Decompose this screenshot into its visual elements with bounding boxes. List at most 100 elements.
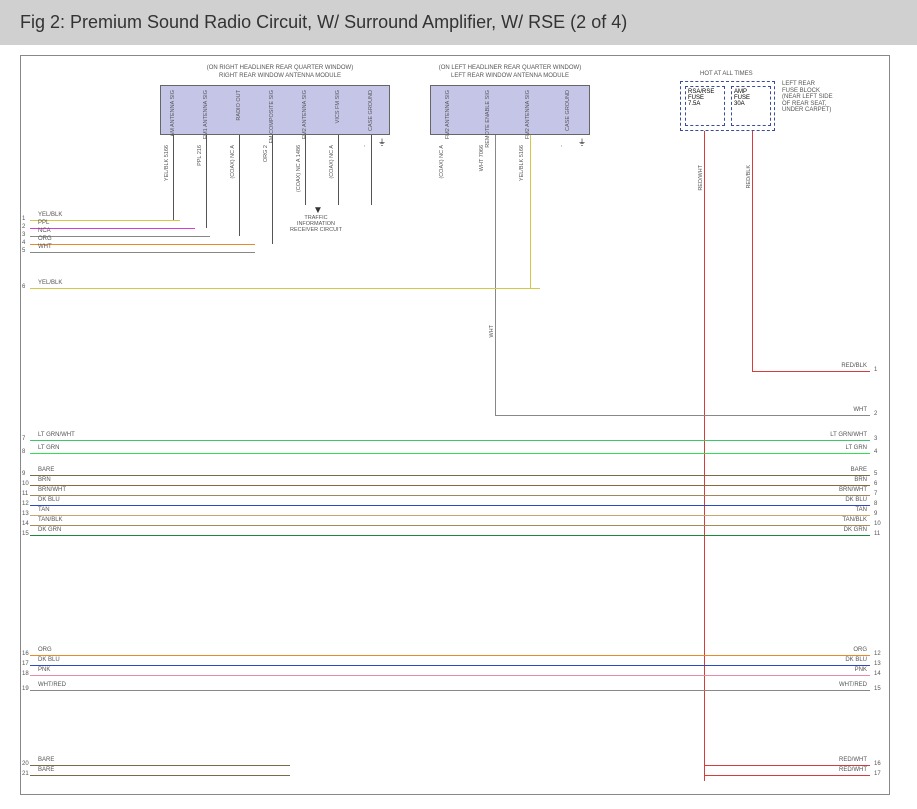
fd1: LEFT REAR bbox=[782, 81, 862, 88]
left-pin-num-14: 14 bbox=[22, 521, 29, 527]
left-pin-num-1: 1 bbox=[22, 216, 25, 222]
left-pin-num-9: 9 bbox=[22, 471, 25, 477]
right-module-loc: (ON RIGHT HEADLINER REAR QUARTER WINDOW) bbox=[180, 65, 380, 71]
wiring-diagram: (ON RIGHT HEADLINER REAR QUARTER WINDOW)… bbox=[0, 45, 917, 805]
left-wire-18 bbox=[30, 675, 870, 676]
fd2: FUSE BLOCK bbox=[782, 88, 862, 95]
right-pin-color-6: - bbox=[362, 145, 368, 147]
left-wire-label-12: DK BLU bbox=[38, 497, 60, 503]
right-pin-num-1: 1 bbox=[874, 367, 877, 373]
left-wire-label-21: BARE bbox=[38, 767, 54, 773]
right-pin-4: FM2 ANTENNA SIG bbox=[302, 90, 308, 139]
ground-icon-right: ⏚ bbox=[378, 137, 386, 148]
right-wire-label-16: RED/WHT bbox=[820, 757, 867, 763]
left-wire-8 bbox=[30, 453, 870, 454]
right-pin-num-11: 11 bbox=[874, 531, 880, 537]
left-pin-1: REMOTE ENABLE SIG bbox=[485, 90, 491, 148]
right-pin-2: RADIO OUT bbox=[236, 90, 242, 121]
left-pin-num-18: 18 bbox=[22, 671, 29, 677]
left-wire-14 bbox=[30, 525, 870, 526]
fuse-amp: AMP FUSE 30A bbox=[731, 86, 771, 126]
left-wire-5 bbox=[30, 252, 255, 253]
lbl-wht-v: WHT bbox=[489, 325, 495, 338]
left-pin-num-10: 10 bbox=[22, 481, 29, 487]
left-wire-label-17: DK BLU bbox=[38, 657, 60, 663]
right-wire-label-3: LT GRN/WHT bbox=[820, 432, 867, 438]
fuse1-l3: 7.5A bbox=[688, 101, 722, 107]
left-wire-1 bbox=[30, 220, 180, 221]
right-pin-num-10: 10 bbox=[874, 521, 881, 527]
right-pin-num-14: 14 bbox=[874, 671, 881, 677]
right-pin-num-4: 4 bbox=[874, 449, 877, 455]
right-pin-stub-5 bbox=[338, 135, 339, 205]
hot-at-all-times: HOT AT ALL TIMES bbox=[700, 71, 753, 77]
lbl-redblk-v: RED/BLK bbox=[746, 165, 752, 189]
left-wire-19 bbox=[30, 690, 870, 691]
right-pin-num-17: 17 bbox=[874, 771, 881, 777]
left-pin-color-2: YEL/BLK 5166 bbox=[519, 145, 525, 181]
right-wire-label-14: PNK bbox=[820, 667, 867, 673]
right-wire-label-5: BARE bbox=[820, 467, 867, 473]
right-pin-num-15: 15 bbox=[874, 686, 881, 692]
right-pin-num-12: 12 bbox=[874, 651, 881, 657]
right-wire-label-13: DK BLU bbox=[820, 657, 867, 663]
left-pin-num-21: 21 bbox=[22, 771, 29, 777]
left-pin-num-4: 4 bbox=[22, 240, 25, 246]
left-pin-num-15: 15 bbox=[22, 531, 29, 537]
left-wire-label-2: PPL bbox=[38, 220, 49, 226]
left-wire-label-15: DK GRN bbox=[38, 527, 61, 533]
right-pin-color-5: (COAX) NC A bbox=[329, 145, 335, 179]
right-pin-5: VICS FM SIG bbox=[335, 90, 341, 123]
right-wire-17 bbox=[704, 775, 870, 776]
ground-icon-left: ⏚ bbox=[578, 137, 586, 148]
left-pin-color-0: (COAX) NC A bbox=[439, 145, 445, 179]
left-pin-2: FM2 ANTENNA SIG bbox=[525, 90, 531, 139]
left-wire-label-18: PNK bbox=[38, 667, 50, 673]
left-wire-20 bbox=[30, 765, 290, 766]
right-pin-stub-3 bbox=[272, 135, 273, 244]
right-pin-stub-6 bbox=[371, 135, 372, 205]
left-wire-10 bbox=[30, 485, 870, 486]
left-pin-num-13: 13 bbox=[22, 511, 29, 517]
left-wire-label-13: TAN bbox=[38, 507, 50, 513]
right-wire-16 bbox=[704, 765, 870, 766]
right-pin-color-0: YEL/BLK 5166 bbox=[164, 145, 170, 181]
right-wire-2 bbox=[495, 415, 870, 416]
right-pin-num-2: 2 bbox=[874, 411, 877, 417]
right-wire-label-10: TAN/BLK bbox=[820, 517, 867, 523]
left-pin-num-17: 17 bbox=[22, 661, 29, 667]
right-pin-stub-1 bbox=[206, 135, 207, 228]
left-wire-6 bbox=[30, 288, 540, 289]
right-pin-stub-4 bbox=[305, 135, 306, 205]
right-pin-num-3: 3 bbox=[874, 436, 877, 442]
right-wire-label-12: ORG bbox=[820, 647, 867, 653]
arrow-down-icon: ▼ bbox=[313, 205, 323, 216]
left-wire-11 bbox=[30, 495, 870, 496]
left-wire-17 bbox=[30, 665, 870, 666]
left-wire-21 bbox=[30, 775, 290, 776]
left-wire-label-6: YEL/BLK bbox=[38, 280, 62, 286]
left-wire-16 bbox=[30, 655, 870, 656]
left-wire-4 bbox=[30, 244, 255, 245]
right-pin-num-8: 8 bbox=[874, 501, 877, 507]
right-pin-num-7: 7 bbox=[874, 491, 877, 497]
fuse-rsa-rse: RSA/RSE FUSE 7.5A bbox=[685, 86, 725, 126]
left-pin-color-1: WHT 7066 bbox=[479, 145, 485, 171]
left-pin-num-7: 7 bbox=[22, 436, 25, 442]
left-wire-13 bbox=[30, 515, 870, 516]
left-pin-color-3: - bbox=[559, 145, 565, 147]
right-wire-label-7: BRN/WHT bbox=[820, 487, 867, 493]
left-wire-label-8: LT GRN bbox=[38, 445, 59, 451]
right-pin-color-1: PPL 216 bbox=[197, 145, 203, 166]
left-wire-2 bbox=[30, 228, 195, 229]
left-wire-label-7: LT GRN/WHT bbox=[38, 432, 75, 438]
left-pin-num-19: 19 bbox=[22, 686, 29, 692]
page-title: Fig 2: Premium Sound Radio Circuit, W/ S… bbox=[0, 0, 917, 45]
right-pin-6: CASE GROUND bbox=[368, 90, 374, 131]
left-wire-label-11: BRN/WHT bbox=[38, 487, 66, 493]
right-pin-num-5: 5 bbox=[874, 471, 877, 477]
left-pin-num-6: 6 bbox=[22, 284, 25, 290]
left-wire-15 bbox=[30, 535, 870, 536]
fuse2-l3: 30A bbox=[734, 101, 768, 107]
left-pin-num-20: 20 bbox=[22, 761, 29, 767]
